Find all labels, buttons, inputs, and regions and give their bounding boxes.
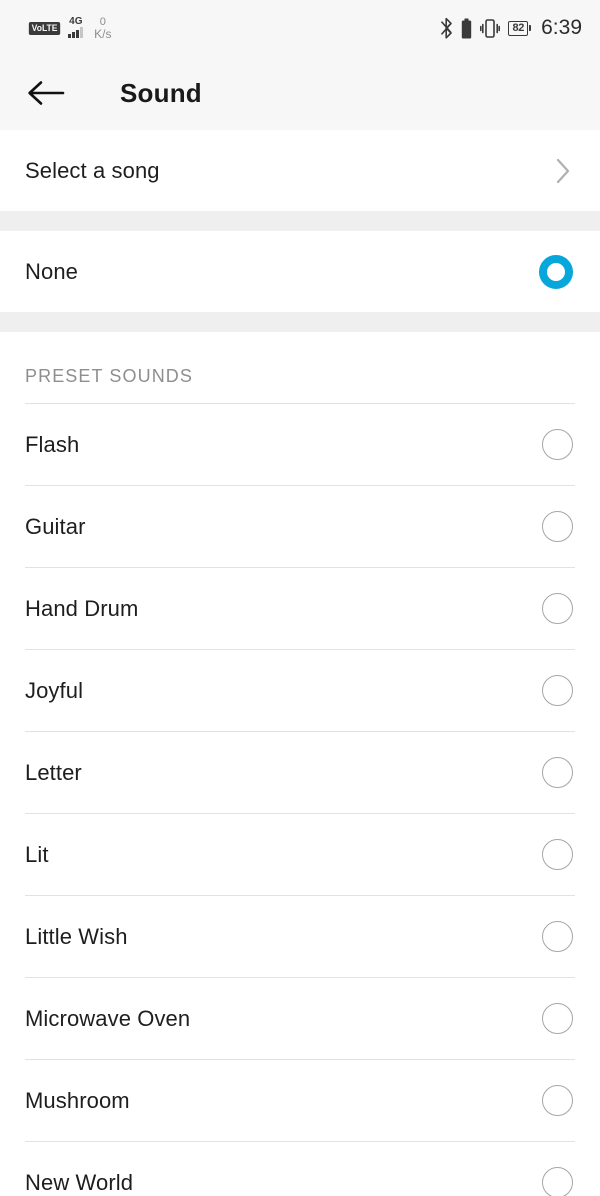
back-arrow-icon xyxy=(28,81,65,105)
preset-sound-radio[interactable] xyxy=(542,921,573,952)
status-bar-right: 82 6:39 xyxy=(440,16,582,40)
battery-percent-icon: 82 xyxy=(508,20,532,36)
preset-sound-radio[interactable] xyxy=(542,1085,573,1116)
preset-sound-row[interactable]: New World xyxy=(0,1142,600,1196)
preset-sound-radio[interactable] xyxy=(542,429,573,460)
battery-percent-label: 82 xyxy=(508,20,529,36)
preset-sound-radio[interactable] xyxy=(542,1003,573,1034)
preset-sound-label: Lit xyxy=(25,841,49,867)
bluetooth-icon xyxy=(441,17,453,39)
back-button[interactable] xyxy=(26,71,70,115)
preset-sound-label: Guitar xyxy=(25,513,86,539)
preset-sound-label: New World xyxy=(25,1169,134,1195)
status-bar-left: VoLTE 4G 0 K/s xyxy=(28,16,112,41)
none-label: None xyxy=(25,258,78,284)
preset-sounds-list: Flash Guitar Hand Drum Joyful Letter Lit Littl… xyxy=(0,404,600,1196)
preset-sound-label: Little Wish xyxy=(25,923,128,949)
preset-sound-row[interactable]: Joyful xyxy=(0,650,600,731)
select-a-song-label: Select a song xyxy=(25,157,160,183)
status-bar: VoLTE 4G 0 K/s 82 6:39 xyxy=(0,0,600,56)
none-radio[interactable] xyxy=(539,254,573,289)
page-title: Sound xyxy=(120,77,202,108)
preset-sound-row[interactable]: Mushroom xyxy=(0,1060,600,1141)
preset-sound-radio[interactable] xyxy=(542,839,573,870)
preset-sound-row[interactable]: Flash xyxy=(0,404,600,485)
volte-badge: VoLTE xyxy=(28,21,61,35)
preset-sound-label: Microwave Oven xyxy=(25,1005,191,1031)
preset-sound-label: Letter xyxy=(25,759,82,785)
network-speed-unit: K/s xyxy=(94,26,112,41)
select-a-song-row[interactable]: Select a song xyxy=(0,130,600,211)
battery-nub xyxy=(529,25,532,31)
preset-sound-row[interactable]: Guitar xyxy=(0,486,600,567)
section-gap-bottom xyxy=(0,312,600,332)
preset-sound-row[interactable]: Microwave Oven xyxy=(0,978,600,1059)
preset-sound-label: Mushroom xyxy=(25,1087,130,1113)
preset-sound-row[interactable]: Hand Drum xyxy=(0,568,600,649)
none-row[interactable]: None xyxy=(0,231,600,312)
preset-sound-radio[interactable] xyxy=(542,1167,573,1196)
signal-strength-bars xyxy=(68,26,84,38)
preset-sound-label: Hand Drum xyxy=(25,595,139,621)
network-gen-label: 4G xyxy=(69,15,83,27)
preset-sound-label: Joyful xyxy=(25,677,84,703)
app-bar: Sound xyxy=(0,56,600,130)
preset-sound-radio[interactable] xyxy=(542,675,573,706)
vibrate-icon xyxy=(480,18,501,38)
status-bar-clock: 6:39 xyxy=(541,16,582,39)
preset-sound-radio[interactable] xyxy=(542,593,573,624)
network-speed-icon: 0 K/s xyxy=(94,16,111,41)
preset-sounds-header: PRESET SOUNDS xyxy=(25,366,194,386)
preset-sound-row[interactable]: Little Wish xyxy=(0,896,600,977)
sound-settings-screen: VoLTE 4G 0 K/s 82 6:39 Sound Select a so… xyxy=(0,0,600,1196)
section-gap-top xyxy=(0,211,600,231)
signal-bars-icon: 4G xyxy=(68,15,84,38)
network-speed-value: 0 xyxy=(99,15,106,28)
preset-sound-radio[interactable] xyxy=(542,757,573,788)
chevron-right-icon xyxy=(556,158,570,183)
preset-sound-radio[interactable] xyxy=(542,511,573,542)
preset-sound-row[interactable]: Lit xyxy=(0,814,600,895)
battery-icon xyxy=(462,18,472,38)
preset-sound-row[interactable]: Letter xyxy=(0,732,600,813)
preset-sound-label: Flash xyxy=(25,431,80,457)
preset-sounds-section: PRESET SOUNDS Flash Guitar Hand Drum Joyful… xyxy=(0,332,600,1196)
